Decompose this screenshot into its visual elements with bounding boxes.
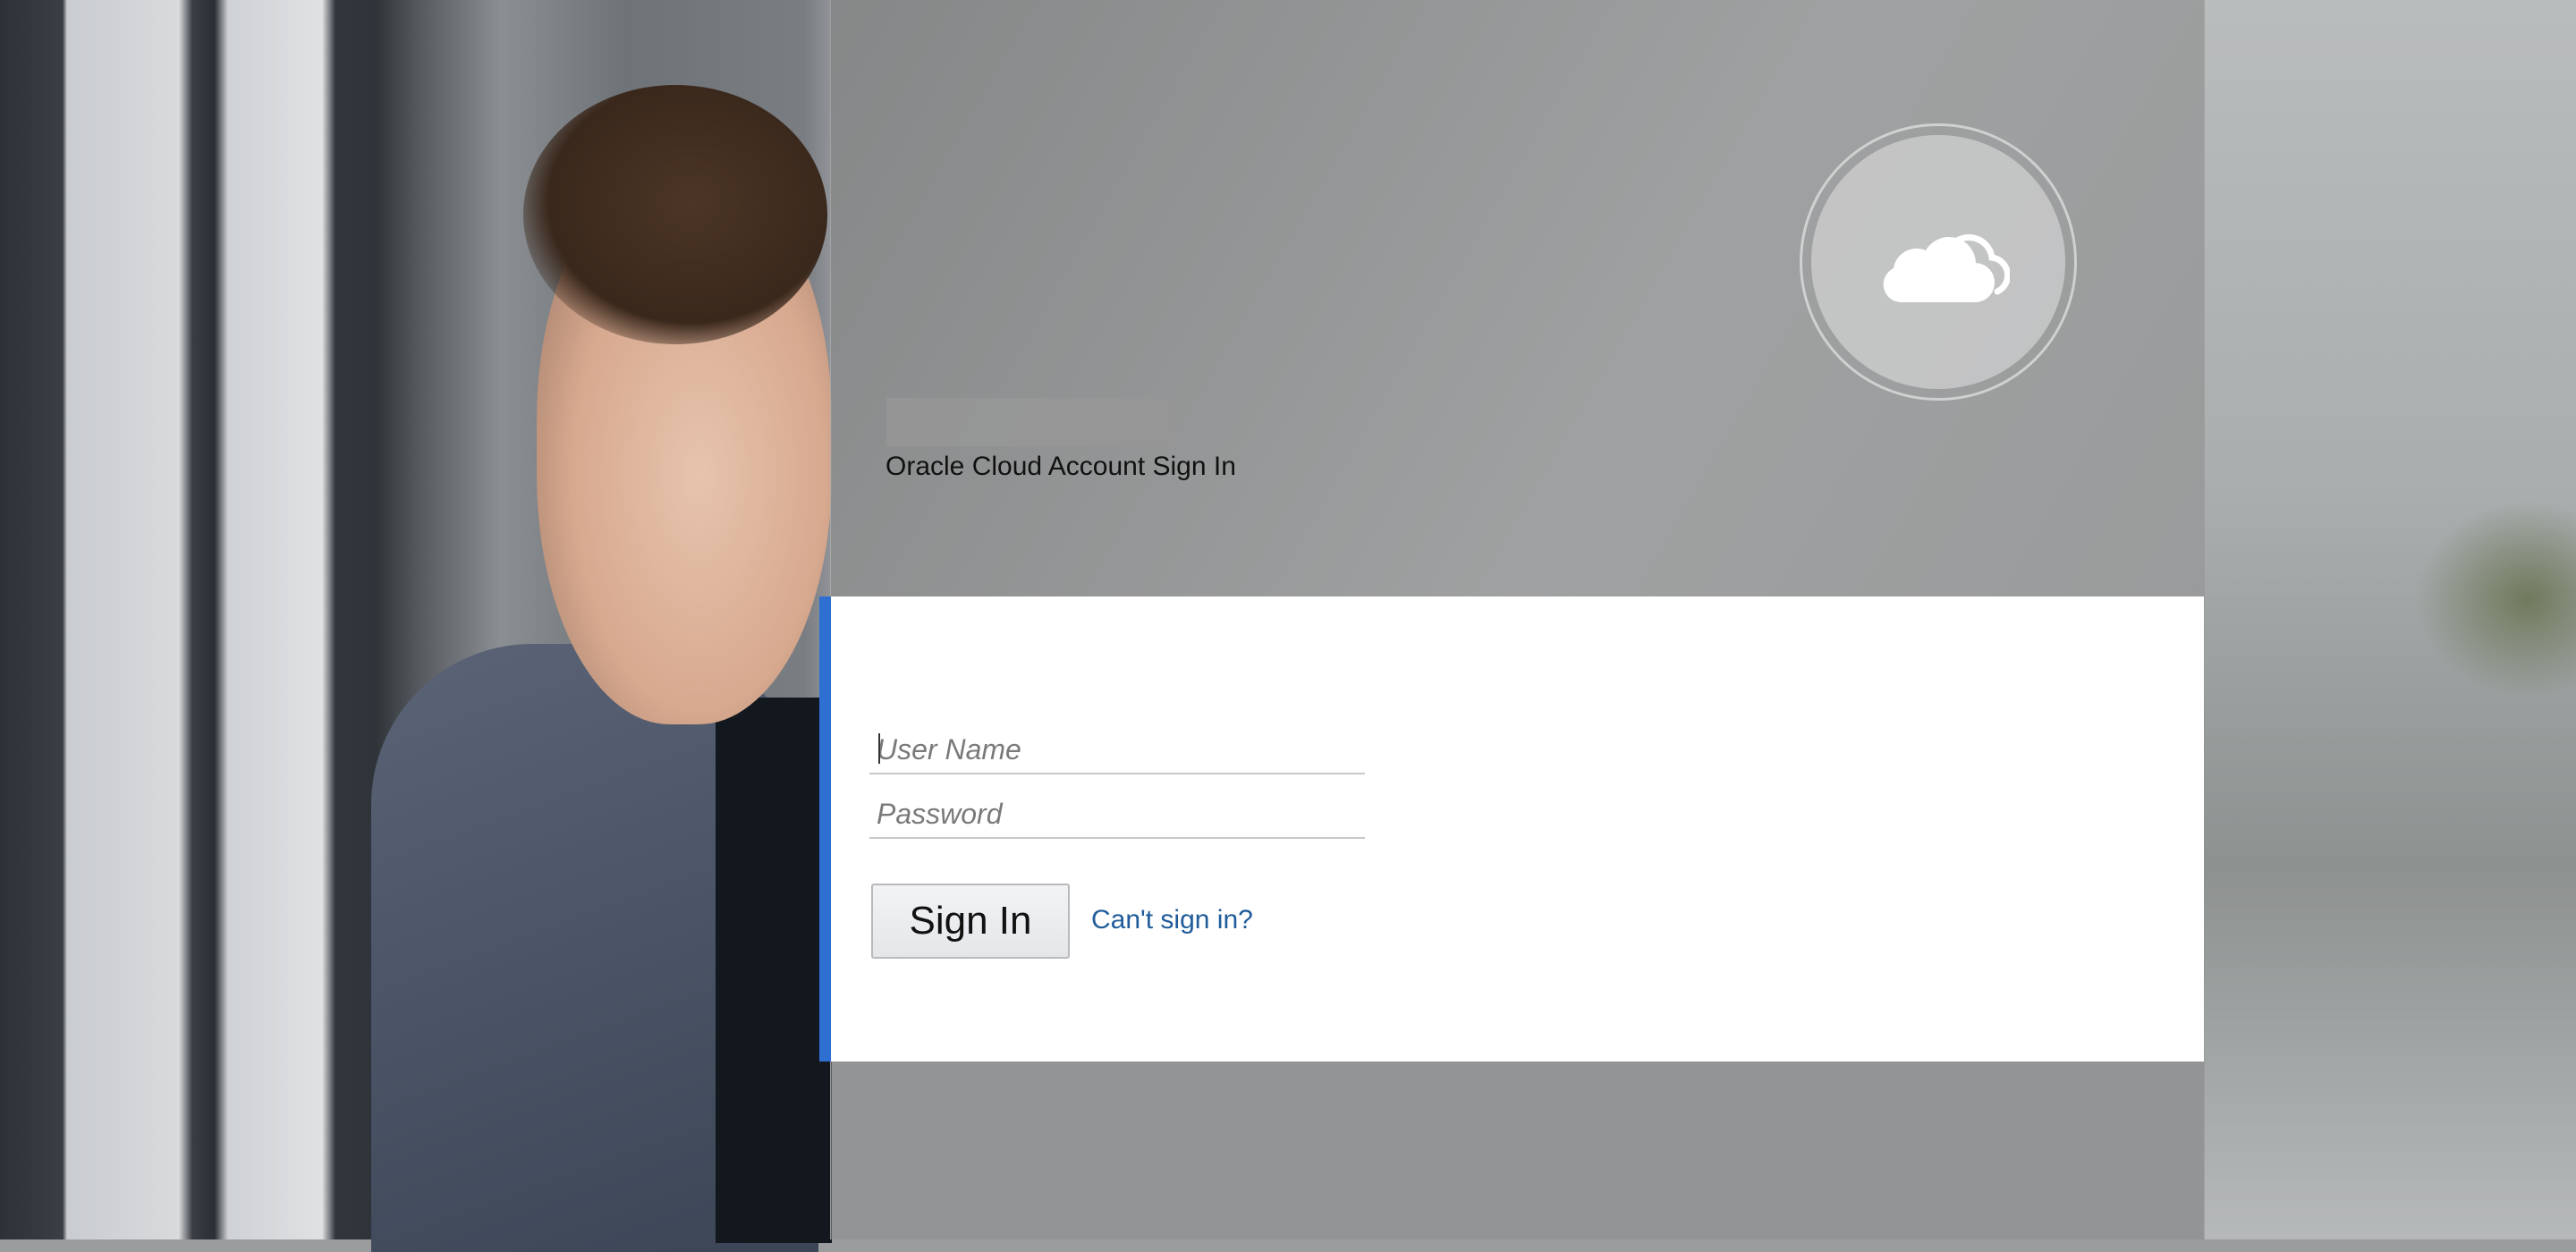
tenant-name-redacted	[886, 398, 1173, 446]
text-caret	[878, 733, 880, 764]
page-title: Oracle Cloud Account Sign In	[886, 452, 1236, 481]
logo-inner	[1811, 135, 2065, 389]
cloud-icon	[1883, 234, 2010, 303]
person-shirt	[716, 698, 832, 1243]
person-hair	[523, 85, 827, 344]
cant-signin-link[interactable]: Can't sign in?	[1091, 905, 1253, 935]
username-input[interactable]	[869, 726, 1365, 774]
background-foliage	[2415, 501, 2576, 698]
signin-button[interactable]: Sign In	[871, 884, 1070, 959]
password-input[interactable]	[869, 791, 1365, 839]
logo-badge	[1800, 123, 2077, 401]
